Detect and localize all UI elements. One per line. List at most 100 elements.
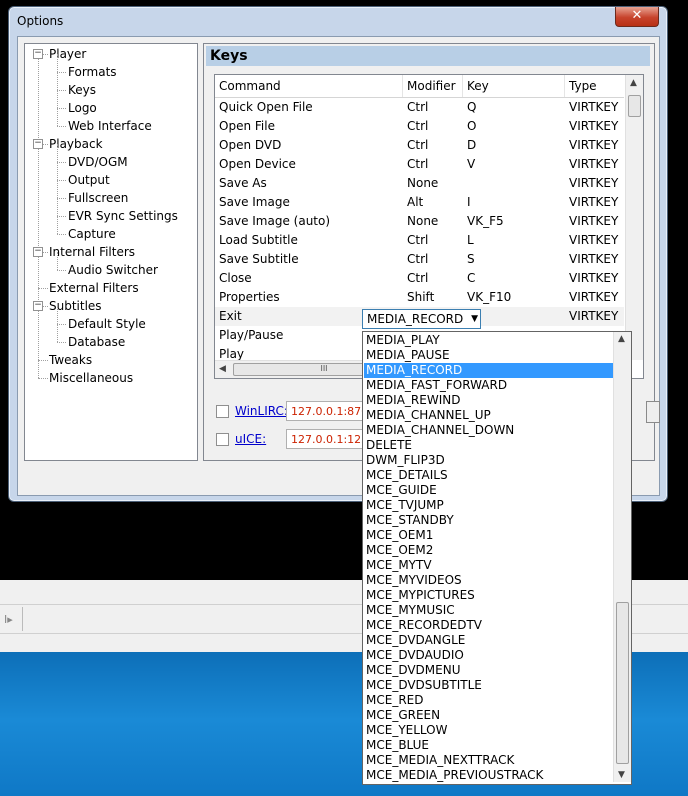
- table-row[interactable]: Save Subtitle Ctrl S VIRTKEY: [215, 250, 624, 269]
- dropdown-option[interactable]: MEDIA_PAUSE: [364, 348, 614, 363]
- edge-button[interactable]: [646, 401, 660, 423]
- tree-item-database[interactable]: Database: [68, 333, 125, 351]
- tree-connector: [57, 180, 66, 181]
- cell-modifier: Ctrl: [407, 252, 429, 266]
- tree-connector: [57, 216, 66, 217]
- dropdown-option[interactable]: MEDIA_PLAY: [364, 333, 614, 348]
- seek-arrow-icon[interactable]: I▸: [4, 613, 13, 626]
- dropdown-scroll-thumb[interactable]: [616, 602, 629, 764]
- winlirc-checkbox[interactable]: [216, 405, 229, 418]
- cell-key: C: [467, 271, 476, 285]
- scroll-up-icon[interactable]: ▲: [618, 334, 625, 344]
- dropdown-option[interactable]: MCE_DVDANGLE: [364, 633, 614, 648]
- table-row[interactable]: Open File Ctrl O VIRTKEY: [215, 117, 624, 136]
- dropdown-option[interactable]: MCE_RECORDEDTV: [364, 618, 614, 633]
- table-row[interactable]: Close Ctrl C VIRTKEY: [215, 269, 624, 288]
- dropdown-option[interactable]: MCE_MYTV: [364, 558, 614, 573]
- tree-item-evr-sync-settings[interactable]: EVR Sync Settings: [68, 207, 178, 225]
- tree-connector: [57, 198, 66, 199]
- collapse-icon[interactable]: −: [33, 49, 43, 59]
- dropdown-option[interactable]: MCE_DVDAUDIO: [364, 648, 614, 663]
- tree-item-audio-switcher[interactable]: Audio Switcher: [68, 261, 158, 279]
- dropdown-option[interactable]: MCE_DETAILS: [364, 468, 614, 483]
- table-row[interactable]: Save Image (auto) None VK_F5 VIRTKEY: [215, 212, 624, 231]
- tree-item-external-filters[interactable]: External Filters: [49, 279, 139, 297]
- tree-item-fullscreen[interactable]: Fullscreen: [68, 189, 128, 207]
- tree-connector: [57, 270, 66, 271]
- scroll-up-icon[interactable]: ▲: [630, 78, 637, 88]
- cell-modifier: Ctrl: [407, 233, 429, 247]
- collapse-icon[interactable]: −: [33, 247, 43, 257]
- dropdown-option[interactable]: MCE_DVDSUBTITLE: [364, 678, 614, 693]
- dropdown-option[interactable]: MCE_YELLOW: [364, 723, 614, 738]
- dropdown-option[interactable]: MEDIA_CHANNEL_DOWN: [364, 423, 614, 438]
- dropdown-option[interactable]: MCE_BLUE: [364, 738, 614, 753]
- tree-item-default-style[interactable]: Default Style: [68, 315, 146, 333]
- tree-item-output[interactable]: Output: [68, 171, 110, 189]
- tree-item-miscellaneous[interactable]: Miscellaneous: [49, 369, 133, 387]
- tree-item-capture[interactable]: Capture: [68, 225, 116, 243]
- column-header-type[interactable]: Type: [565, 75, 624, 97]
- table-row[interactable]: Open Device Ctrl V VIRTKEY: [215, 155, 624, 174]
- dropdown-option[interactable]: MCE_MEDIA_NEXTTRACK: [364, 753, 614, 768]
- tree-item-formats[interactable]: Formats: [68, 63, 117, 81]
- dropdown-option[interactable]: MCE_OEM2: [364, 543, 614, 558]
- uice-checkbox[interactable]: [216, 433, 229, 446]
- chevron-down-icon[interactable]: ▼: [471, 310, 478, 328]
- winlirc-link[interactable]: WinLIRC:: [235, 404, 288, 418]
- close-button[interactable]: ✕: [615, 7, 659, 27]
- scroll-down-icon[interactable]: ▼: [618, 770, 625, 780]
- scroll-thumb[interactable]: [628, 95, 641, 117]
- dropdown-option[interactable]: MCE_RED: [364, 693, 614, 708]
- uice-link[interactable]: uICE:: [235, 432, 266, 446]
- dropdown-option[interactable]: MCE_MEDIA_PREVIOUSTRACK: [364, 768, 614, 783]
- dropdown-option[interactable]: DELETE: [364, 438, 614, 453]
- page-title: Keys: [206, 46, 650, 66]
- tree-item-tweaks[interactable]: Tweaks: [49, 351, 92, 369]
- tree-item-logo[interactable]: Logo: [68, 99, 97, 117]
- dropdown-option[interactable]: MCE_MYVIDEOS: [364, 573, 614, 588]
- collapse-icon[interactable]: −: [33, 139, 43, 149]
- table-row[interactable]: Open DVD Ctrl D VIRTKEY: [215, 136, 624, 155]
- dropdown-option[interactable]: MEDIA_RECORD: [364, 363, 614, 378]
- cell-modifier: Ctrl: [407, 119, 429, 133]
- dropdown-option[interactable]: MCE_GREEN: [364, 708, 614, 723]
- scroll-left-icon[interactable]: ◀: [219, 364, 226, 374]
- column-header-modifier[interactable]: Modifier: [403, 75, 463, 97]
- table-row[interactable]: Load Subtitle Ctrl L VIRTKEY: [215, 231, 624, 250]
- tree-item-internal-filters[interactable]: Internal Filters: [49, 243, 135, 261]
- dropdown-option[interactable]: MCE_MYMUSIC: [364, 603, 614, 618]
- dropdown-option[interactable]: MCE_GUIDE: [364, 483, 614, 498]
- collapse-icon[interactable]: −: [33, 301, 43, 311]
- tree-item-dvd-ogm[interactable]: DVD/OGM: [68, 153, 128, 171]
- dropdown-option[interactable]: MCE_OEM1: [364, 528, 614, 543]
- table-row[interactable]: Properties Shift VK_F10 VIRTKEY: [215, 288, 624, 307]
- dropdown-scrollbar[interactable]: ▲ ▼: [613, 332, 631, 782]
- dropdown-option[interactable]: DWM_FLIP3D: [364, 453, 614, 468]
- cell-type: VIRTKEY: [569, 119, 619, 133]
- dropdown-option[interactable]: MCE_MYPICTURES: [364, 588, 614, 603]
- table-row[interactable]: Save Image Alt I VIRTKEY: [215, 193, 624, 212]
- dropdown-option[interactable]: MEDIA_CHANNEL_UP: [364, 408, 614, 423]
- vertical-scrollbar[interactable]: ▲: [625, 75, 643, 360]
- dropdown-option[interactable]: MCE_STANDBY: [364, 513, 614, 528]
- tree-connector: [57, 108, 58, 126]
- dropdown-option[interactable]: MEDIA_FAST_FORWARD: [364, 378, 614, 393]
- table-row[interactable]: Quick Open File Ctrl Q VIRTKEY: [215, 98, 624, 117]
- dropdown-option[interactable]: MEDIA_REWIND: [364, 393, 614, 408]
- key-combo-box[interactable]: MEDIA_RECORD ▼: [362, 309, 481, 329]
- tree-item-player[interactable]: Player: [49, 45, 86, 63]
- key-dropdown-list[interactable]: MEDIA_PLAY MEDIA_PAUSE MEDIA_RECORD MEDIA_F…: [362, 331, 632, 785]
- cell-type: VIRTKEY: [569, 195, 619, 209]
- dropdown-option[interactable]: MCE_DVDMENU: [364, 663, 614, 678]
- tree-connector: [57, 180, 58, 198]
- title-bar[interactable]: Options ✕: [9, 7, 667, 35]
- cell-key: V: [467, 157, 476, 171]
- column-header-key[interactable]: Key: [463, 75, 565, 97]
- tree-item-keys[interactable]: Keys: [68, 81, 96, 99]
- dropdown-option[interactable]: MCE_TVJUMP: [364, 498, 614, 513]
- table-row[interactable]: Save As None VIRTKEY: [215, 174, 624, 193]
- column-header-command[interactable]: Command: [215, 75, 403, 97]
- tree-item-web-interface[interactable]: Web Interface: [68, 117, 152, 135]
- cell-type: VIRTKEY: [569, 252, 619, 266]
